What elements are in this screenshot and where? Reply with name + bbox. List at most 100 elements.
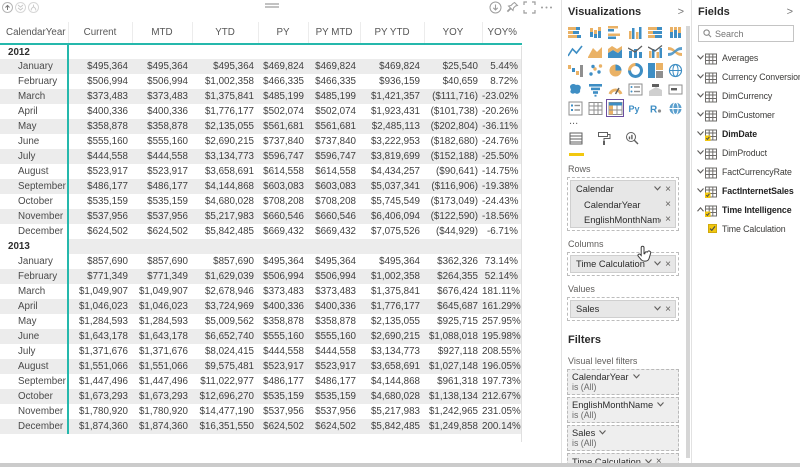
filter-card-calendaryear[interactable]: CalendarYear is (All) <box>567 369 679 395</box>
matrix-cell[interactable]: $523,917 <box>308 359 360 374</box>
matrix-cell[interactable]: $771,349 <box>68 269 132 284</box>
matrix-cell[interactable]: $624,502 <box>132 224 192 239</box>
matrix-cell[interactable]: $1,673,293 <box>68 389 132 404</box>
tab-format[interactable] <box>597 131 612 156</box>
more-visuals-icon[interactable]: ... <box>569 118 691 124</box>
matrix-cell[interactable]: $495,364 <box>68 59 132 74</box>
matrix-cell[interactable]: $561,681 <box>308 119 360 134</box>
matrix-cell[interactable]: ($116,906) <box>424 179 482 194</box>
matrix-cell[interactable]: $3,222,953 <box>360 134 424 149</box>
visual-type-stacked-area-chart-icon[interactable] <box>606 42 624 60</box>
visual-type-gauge-icon[interactable] <box>606 80 624 98</box>
matrix-cell[interactable]: $2,690,215 <box>192 134 258 149</box>
visual-type-stacked-column-chart-icon[interactable] <box>586 23 604 41</box>
search-input[interactable] <box>715 29 785 39</box>
visual-type-line-clustered-column-chart-icon[interactable] <box>646 42 664 60</box>
visual-type-waterfall-chart-icon[interactable] <box>566 61 584 79</box>
chevron-down-icon[interactable] <box>654 259 661 269</box>
matrix-cell[interactable]: $535,159 <box>308 389 360 404</box>
chevron-down-icon[interactable] <box>695 131 705 136</box>
matrix-cell[interactable]: $535,159 <box>258 389 308 404</box>
chevron-down-icon[interactable] <box>599 428 606 438</box>
chevron-down-icon[interactable] <box>695 188 705 193</box>
matrix-cell[interactable]: $1,629,039 <box>192 269 258 284</box>
visual-type-scatter-chart-icon[interactable] <box>586 61 604 79</box>
matrix-cell[interactable]: $3,658,691 <box>192 164 258 179</box>
matrix-month-row-header[interactable]: November <box>0 404 68 419</box>
matrix-cell[interactable]: 200.14% <box>482 419 522 434</box>
matrix-cell[interactable]: $645,687 <box>424 299 482 314</box>
matrix-month-row-header[interactable]: April <box>0 299 68 314</box>
fields-table-factcurrencyrate[interactable]: FactCurrencyRate <box>692 162 800 181</box>
matrix-cell[interactable]: $444,558 <box>68 149 132 164</box>
matrix-cell[interactable]: -18.56% <box>482 209 522 224</box>
matrix-cell[interactable]: $1,780,920 <box>68 404 132 419</box>
matrix-cell[interactable]: 195.98% <box>482 329 522 344</box>
matrix-cell[interactable]: $4,434,257 <box>360 164 424 179</box>
matrix-cell[interactable]: $624,502 <box>308 419 360 434</box>
filter-card-englishmonthname[interactable]: EnglishMonthName is (All) <box>567 397 679 423</box>
matrix-cell[interactable]: $603,083 <box>308 179 360 194</box>
field-pill-time-calculation[interactable]: Time Calculation × <box>571 256 675 272</box>
matrix-cell[interactable]: $961,318 <box>424 374 482 389</box>
remove-field-icon[interactable]: × <box>661 214 671 225</box>
matrix-cell[interactable]: $495,364 <box>132 59 192 74</box>
fields-table-factinternetsales[interactable]: FactInternetSales <box>692 181 800 200</box>
matrix-cell[interactable]: $708,208 <box>258 194 308 209</box>
visual-type-python-visual-icon[interactable]: Py <box>626 99 644 117</box>
matrix-cell[interactable]: $1,371,676 <box>132 344 192 359</box>
matrix-cell[interactable]: $669,432 <box>308 224 360 239</box>
matrix-cell[interactable]: ($44,929) <box>424 224 482 239</box>
matrix-month-row-header[interactable]: January <box>0 59 68 74</box>
matrix-cell[interactable]: $737,840 <box>258 134 308 149</box>
matrix-cell[interactable]: $3,134,773 <box>360 344 424 359</box>
matrix-column-header[interactable]: YOY% <box>482 22 522 44</box>
matrix-cell[interactable]: $614,558 <box>308 164 360 179</box>
remove-field-icon[interactable]: × <box>661 259 671 270</box>
visual-type-matrix-icon[interactable] <box>606 99 624 117</box>
matrix-cell[interactable]: $614,558 <box>258 164 308 179</box>
matrix-cell[interactable]: $469,824 <box>360 59 424 74</box>
visual-type-100-stacked-column-chart-icon[interactable] <box>666 23 684 41</box>
matrix-cell[interactable]: $502,074 <box>258 104 308 119</box>
matrix-cell[interactable]: $2,485,113 <box>360 119 424 134</box>
matrix-cell[interactable]: $5,009,562 <box>192 314 258 329</box>
matrix-month-row-header[interactable]: November <box>0 209 68 224</box>
chevron-up-icon[interactable] <box>695 207 705 212</box>
matrix-column-header[interactable]: PY <box>258 22 308 44</box>
matrix-cell[interactable]: $506,994 <box>68 74 132 89</box>
matrix-cell[interactable]: $495,364 <box>192 59 258 74</box>
matrix-cell[interactable]: $1,027,148 <box>424 359 482 374</box>
matrix-cell[interactable]: $3,724,969 <box>192 299 258 314</box>
matrix-cell[interactable]: $555,160 <box>258 329 308 344</box>
remove-field-icon[interactable]: × <box>661 184 671 195</box>
matrix-cell[interactable]: $1,284,593 <box>68 314 132 329</box>
field-pill-sales[interactable]: Sales × <box>571 301 675 317</box>
matrix-cell[interactable]: $603,083 <box>258 179 308 194</box>
matrix-month-row-header[interactable]: May <box>0 314 68 329</box>
matrix-cell[interactable]: $25,540 <box>424 59 482 74</box>
matrix-cell[interactable]: -24.43% <box>482 194 522 209</box>
matrix-cell[interactable]: $486,177 <box>132 179 192 194</box>
matrix-cell[interactable]: -25.50% <box>482 149 522 164</box>
fields-table-dimproduct[interactable]: DimProduct <box>692 143 800 162</box>
matrix-cell[interactable]: $2,690,215 <box>360 329 424 344</box>
matrix-cell[interactable]: $486,177 <box>68 179 132 194</box>
matrix-cell[interactable]: $936,159 <box>360 74 424 89</box>
matrix-cell[interactable]: $5,842,485 <box>192 224 258 239</box>
matrix-cell[interactable]: $400,336 <box>68 104 132 119</box>
visual-type-table-icon[interactable] <box>586 99 604 117</box>
remove-field-icon[interactable]: × <box>661 304 671 315</box>
matrix-cell[interactable]: $737,840 <box>308 134 360 149</box>
matrix-cell[interactable]: $1,371,676 <box>68 344 132 359</box>
matrix-cell[interactable]: ($111,716) <box>424 89 482 104</box>
field-pill-calendaryear[interactable]: CalendarYear × <box>571 197 675 212</box>
matrix-cell[interactable]: $16,351,550 <box>192 419 258 434</box>
collapse-pane-icon[interactable]: > <box>678 6 684 18</box>
matrix-cell[interactable]: $469,824 <box>308 59 360 74</box>
matrix-cell[interactable]: $523,917 <box>258 359 308 374</box>
matrix-cell[interactable]: $6,652,740 <box>192 329 258 344</box>
values-well[interactable]: Sales × <box>567 297 679 321</box>
matrix-cell[interactable]: $495,364 <box>258 254 308 269</box>
matrix-cell[interactable]: $4,144,868 <box>192 179 258 194</box>
